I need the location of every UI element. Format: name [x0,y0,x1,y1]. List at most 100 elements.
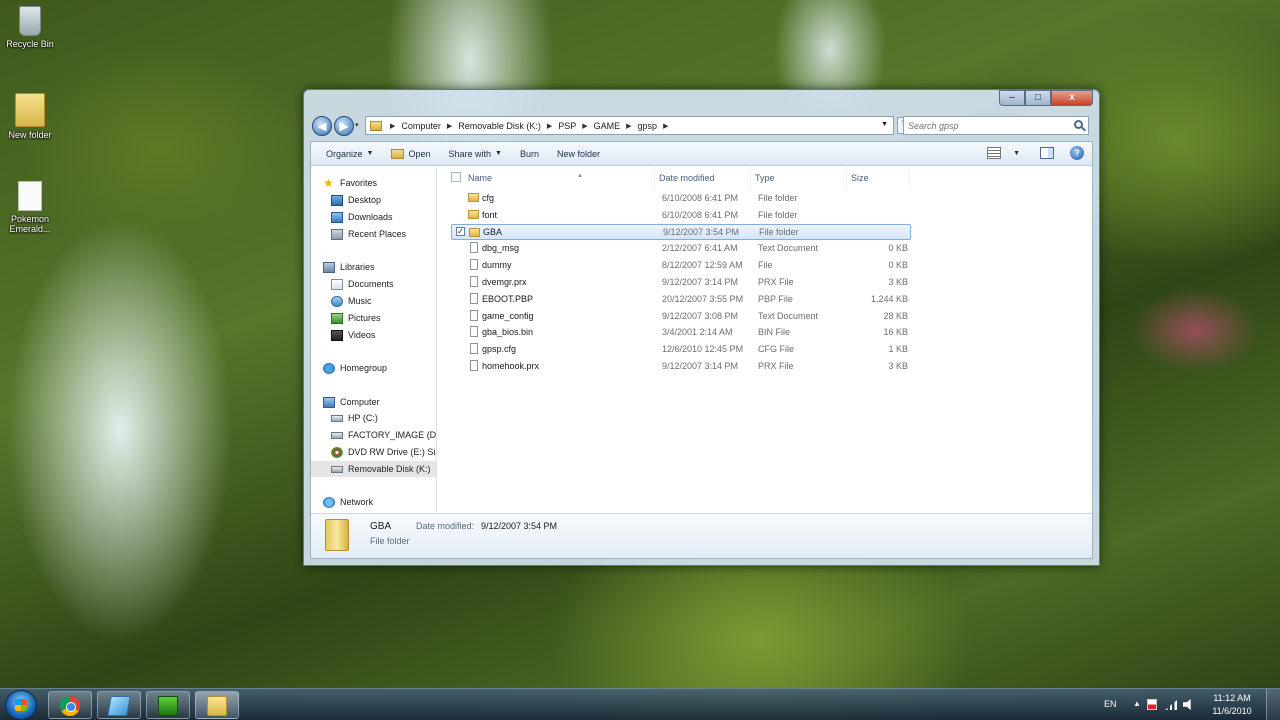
file-type: PBP File [758,293,793,304]
desktop-icon [331,194,343,206]
nav-pictures[interactable]: Pictures [331,310,381,326]
organize-button[interactable]: Organize ▼ [317,144,382,164]
address-bar[interactable]: ▶ Computer ▶ Removable Disk (K:) ▶ PSP ▶ GA… [365,116,894,135]
back-button[interactable]: ◀ [312,116,332,136]
share-with-button[interactable]: Share with ▼ [440,144,511,164]
desktop-icon-recycle-bin[interactable]: Recycle Bin [0,6,60,49]
forward-button[interactable]: ▶ [334,116,354,136]
language-indicator[interactable]: EN [1104,699,1117,709]
nav-libraries[interactable]: Libraries [323,259,375,275]
nav-drive-k[interactable]: Removable Disk (K:) [311,461,436,477]
select-all-checkbox[interactable] [451,172,461,182]
nav-documents[interactable]: Documents [331,276,394,292]
chevron-right-icon[interactable]: ▶ [580,122,589,130]
details-pane: GBA File folder Date modified: 9/12/2007… [311,513,1092,558]
nav-videos[interactable]: Videos [331,327,375,343]
breadcrumb-psp[interactable]: PSP ▶ [554,121,589,131]
nav-music[interactable]: Music [331,293,372,309]
volume-icon[interactable] [1183,699,1191,710]
burn-button[interactable]: Burn [511,144,548,164]
chevron-down-icon[interactable]: ▼ [1013,150,1020,157]
search-box [903,116,1089,135]
nav-homegroup[interactable]: Homegroup [323,360,387,376]
file-name: GBA [483,226,503,237]
file-size: 0 KB [888,260,908,271]
file-size: 1,244 KB [870,293,908,304]
desktop-icon-label: New folder [8,130,52,140]
file-row[interactable]: dvemgr.prx 9/12/2007 3:14 PM PRX File 3 KB [451,274,911,290]
start-button[interactable] [5,690,37,720]
nav-drive-c[interactable]: HP (C:) [331,410,378,426]
file-row[interactable]: gpsp.cfg 12/6/2010 12:45 PM CFG File 1 KB [451,341,911,357]
show-desktop-button[interactable] [1266,689,1280,720]
column-header-date-modified[interactable]: Date modified [655,167,751,189]
nav-label: Libraries [340,262,375,272]
close-button[interactable]: x [1051,90,1093,106]
file-type: File folder [759,226,799,237]
search-input[interactable] [904,117,1064,134]
organize-label: Organize [326,148,363,159]
open-button[interactable]: Open [382,144,439,164]
action-center-icon[interactable] [1147,699,1157,710]
breadcrumb-label: Removable Disk (K:) [458,120,541,131]
column-header-name[interactable]: Name ▲ [464,167,655,189]
search-icon[interactable] [1074,120,1083,129]
details-type: File folder [370,536,410,546]
nav-network[interactable]: Network [323,494,373,510]
title-bar[interactable]: – □ x [304,90,1099,116]
row-checkbox[interactable]: ✓ [456,227,465,237]
breadcrumb-computer[interactable]: Computer ▶ [397,121,454,131]
chrome-icon [60,696,80,716]
file-row[interactable]: cfg 6/10/2008 6:41 PM File folder [451,190,911,206]
show-hidden-icons[interactable]: ▲ [1133,699,1141,708]
breadcrumb-removable-disk[interactable]: Removable Disk (K:) ▶ [454,121,554,131]
chevron-right-icon[interactable]: ▶ [624,122,633,130]
explorer-window: – □ x ◀ ▶ ▾ ▶ Computer ▶ Removable Disk (… [303,89,1100,566]
chevron-right-icon[interactable]: ▶ [661,122,670,130]
clock[interactable]: 11:12 AM 11/6/2010 [1208,692,1256,718]
file-row[interactable]: dbg_msg 2/12/2007 6:41 AM Text Document 0 K… [451,240,911,256]
nav-drive-d[interactable]: FACTORY_IMAGE (D [331,427,436,443]
nav-recent-places[interactable]: Recent Places [331,226,406,242]
address-dropdown-icon[interactable]: ▼ [881,121,888,128]
file-row[interactable]: dummy 8/12/2007 12:59 AM File 0 KB [451,257,911,273]
maximize-button[interactable]: □ [1025,90,1051,106]
file-row[interactable]: homehook.prx 9/12/2007 3:14 PM PRX File 3 K… [451,358,911,374]
folder-icon [15,93,45,127]
column-header-size[interactable]: Size [847,167,910,189]
clock-time: 11:12 AM [1213,693,1251,703]
column-header-type[interactable]: Type [751,167,847,189]
nav-drive-e[interactable]: DVD RW Drive (E:) Si [331,444,435,460]
chevron-right-icon[interactable]: ▶ [445,122,454,130]
file-date-modified: 9/12/2007 3:54 PM [663,226,740,237]
file-row[interactable]: game_config 9/12/2007 3:08 PM Text Documen… [451,308,911,324]
nav-computer[interactable]: Computer [323,394,380,410]
nav-label: DVD RW Drive (E:) Si [348,447,436,457]
chevron-right-icon[interactable]: ▶ [388,122,397,130]
nav-downloads[interactable]: Downloads [331,209,393,225]
nav-favorites[interactable]: ★ Favorites [323,175,377,191]
help-icon[interactable]: ? [1070,146,1084,160]
nav-desktop[interactable]: Desktop [331,192,381,208]
preview-pane-icon[interactable] [1040,147,1054,159]
file-row[interactable]: font 6/10/2008 6:41 PM File folder [451,207,911,223]
file-row[interactable]: gba_bios.bin 3/4/2001 2:14 AM BIN File 16 K… [451,324,911,340]
taskbar-chrome[interactable] [48,691,92,719]
desktop-icon-new-folder[interactable]: New folder [0,93,60,140]
nav-label: Network [340,497,374,507]
breadcrumb-game[interactable]: GAME ▶ [590,121,634,131]
new-folder-button[interactable]: New folder [548,144,609,164]
desktop-icon-pokemon-emerald[interactable]: Pokemon Emerald... [0,181,60,234]
taskbar-app-3[interactable] [146,691,190,719]
minimize-button[interactable]: – [999,90,1025,106]
file-row[interactable]: ✓ GBA 9/12/2007 3:54 PM File folder [451,223,911,240]
homegroup-icon [323,362,335,374]
taskbar-explorer[interactable] [195,691,239,719]
taskbar-app-2[interactable] [97,691,141,719]
breadcrumb-gpsp[interactable]: gpsp ▶ [634,121,671,131]
details-view-icon[interactable] [987,147,1002,159]
file-row[interactable]: EBOOT.PBP 20/12/2007 3:55 PM PBP File 1,244… [451,291,911,307]
chevron-right-icon[interactable]: ▶ [545,122,554,130]
recent-pages-dropdown[interactable]: ▾ [355,121,359,129]
network-icon[interactable] [1165,700,1177,710]
